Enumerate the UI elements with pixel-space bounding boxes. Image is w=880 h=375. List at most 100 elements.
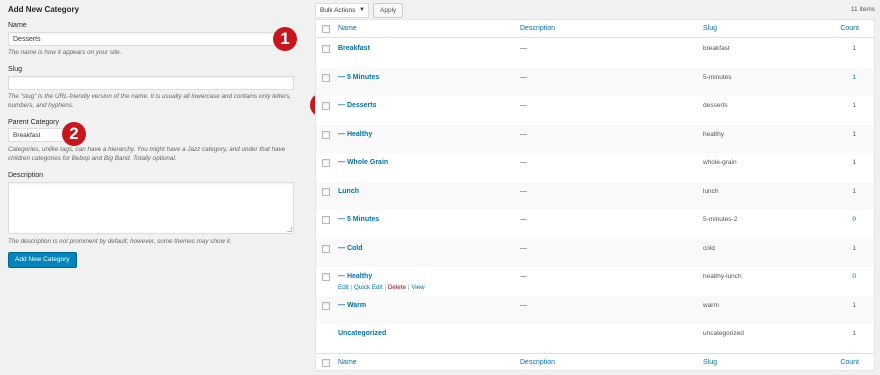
row-checkbox[interactable] <box>322 187 330 196</box>
description-textarea[interactable] <box>8 182 294 234</box>
table-row: Breakfast — breakfast 1 <box>316 39 874 68</box>
bulk-actions-label: Bulk Actions <box>320 7 356 14</box>
table-row: — 5 Minutes — 5-minutes-2 0 <box>316 210 874 239</box>
select-all-checkbox-footer[interactable] <box>322 359 330 367</box>
row-count: 1 <box>852 159 856 166</box>
table-row: Uncategorized uncategorized 1 <box>316 324 874 353</box>
table-footer: Name Description Slug Count <box>316 353 874 371</box>
table-row: — Cold — cold 1 <box>316 238 874 267</box>
row-name-link[interactable]: — Healthy <box>338 131 372 138</box>
row-checkbox[interactable] <box>322 216 330 224</box>
name-label: Name <box>8 22 27 29</box>
items-count: 11 items <box>850 6 875 13</box>
row-count: 1 <box>852 244 856 252</box>
row-slug: desserts <box>703 102 728 109</box>
parent-category-label: Parent Category <box>8 119 59 126</box>
row-slug: healthy <box>703 130 724 138</box>
row-count[interactable]: 0 <box>852 216 856 223</box>
delete-link[interactable]: Delete <box>388 284 406 291</box>
row-count[interactable]: 1 <box>852 74 856 81</box>
description-label: Description <box>8 172 44 179</box>
row-name-link[interactable]: — Whole Grain <box>338 159 388 166</box>
slug-input[interactable] <box>8 76 294 90</box>
row-description: — <box>520 102 527 109</box>
row-description: — <box>520 273 527 280</box>
column-description-footer[interactable]: Description <box>520 359 555 366</box>
column-description[interactable]: Description <box>520 25 555 32</box>
row-checkbox[interactable] <box>322 159 330 167</box>
row-count: 1 <box>852 330 856 337</box>
row-count: 1 <box>852 187 856 195</box>
row-slug: healthy-lunch <box>703 273 742 280</box>
quick-edit-link[interactable]: Quick Edit <box>354 284 383 291</box>
row-count[interactable]: 0 <box>852 273 856 280</box>
dropdown-arrow-icon: ▼ <box>359 7 365 13</box>
row-description: — <box>520 301 527 309</box>
select-all-checkbox[interactable] <box>322 25 330 33</box>
row-checkbox[interactable] <box>322 102 330 110</box>
row-slug: uncategorized <box>703 330 744 337</box>
resize-handle-icon[interactable] <box>287 227 292 232</box>
row-checkbox[interactable] <box>322 45 330 53</box>
marker-2: 2 <box>62 122 86 146</box>
form-heading: Add New Category <box>8 5 80 14</box>
apply-button[interactable]: Apply <box>373 3 404 18</box>
table-row: — Healthy — healthy 1 <box>316 124 874 153</box>
row-checkbox[interactable] <box>322 301 330 310</box>
row-name-link[interactable]: Uncategorized <box>338 330 386 337</box>
view-link[interactable]: View <box>411 284 425 291</box>
row-description: — <box>520 130 527 138</box>
column-slug[interactable]: Slug <box>703 25 717 32</box>
table-row: — Warm — warm 1 <box>316 295 874 324</box>
name-input[interactable]: Desserts <box>8 32 294 46</box>
row-slug: whole-grain <box>703 159 737 166</box>
row-checkbox[interactable] <box>322 244 330 253</box>
row-name-link[interactable]: — Desserts <box>338 102 377 109</box>
parent-category-select[interactable]: Breakfast <box>8 128 70 142</box>
table-row: — Healthy — healthy-lunch 0 Edit | Quick Edi… <box>316 267 874 296</box>
row-name-link[interactable]: — 5 Minutes <box>338 216 379 223</box>
row-count: 1 <box>852 45 856 52</box>
row-description: — <box>520 159 527 166</box>
row-actions: Edit | Quick Edit | Delete | View <box>338 284 425 291</box>
slug-label: Slug <box>8 66 23 73</box>
row-slug: 5-minutes-2 <box>703 216 738 223</box>
row-checkbox[interactable] <box>322 73 330 82</box>
table-header: Name Description Slug Count <box>316 20 874 38</box>
row-count: 1 <box>852 102 856 109</box>
row-slug: breakfast <box>703 45 730 52</box>
categories-table: Name Description Slug Count Breakfast — br… <box>315 19 875 371</box>
name-help: The name is how it appears on your site. <box>8 49 122 56</box>
column-slug-footer[interactable]: Slug <box>703 359 717 366</box>
row-count: 1 <box>852 301 856 309</box>
column-name[interactable]: Name <box>338 25 357 32</box>
add-category-form: Add New Category Name Desserts The name … <box>0 0 302 375</box>
row-slug: lunch <box>703 187 719 195</box>
row-slug: 5-minutes <box>703 73 732 81</box>
column-count[interactable]: Count <box>840 25 859 32</box>
marker-1: 1 <box>273 27 297 51</box>
row-name-link[interactable]: Lunch <box>338 188 359 195</box>
row-count: 1 <box>852 130 856 138</box>
row-description: — <box>520 73 527 81</box>
table-row: — Desserts — desserts 1 <box>316 96 874 125</box>
edit-link[interactable]: Edit <box>338 284 349 291</box>
row-name-link[interactable]: — Healthy <box>338 273 372 280</box>
column-name-footer[interactable]: Name <box>338 359 357 366</box>
row-name-link[interactable]: — Warm <box>338 302 366 309</box>
bulk-actions-select[interactable]: Bulk Actions ▼ <box>315 3 369 18</box>
row-checkbox[interactable] <box>322 273 330 281</box>
row-description: — <box>520 45 527 52</box>
row-description: — <box>520 216 527 223</box>
row-name-link[interactable]: Breakfast <box>338 45 370 52</box>
column-count-footer[interactable]: Count <box>840 359 859 366</box>
row-name-link[interactable]: — 5 Minutes <box>338 74 379 81</box>
row-description: — <box>520 244 527 252</box>
table-row: — Whole Grain — whole-grain 1 <box>316 153 874 182</box>
row-name-link[interactable]: — Cold <box>338 245 363 252</box>
row-checkbox[interactable] <box>322 130 330 139</box>
table-row: — 5 Minutes — 5-minutes 1 <box>316 67 874 96</box>
add-new-category-button[interactable]: Add New Category <box>8 252 77 268</box>
parent-help-line-2: children categories for Bebop and Big Ba… <box>8 155 177 162</box>
description-help: The description is not prominent by defa… <box>8 238 232 245</box>
